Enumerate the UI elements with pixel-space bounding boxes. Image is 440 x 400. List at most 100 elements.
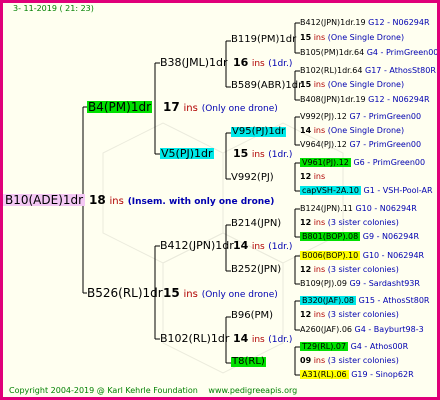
root-num: 18 — [89, 193, 106, 207]
gen4-8-bot[interactable]: A31(RL).06 G19 - Sinop62R — [300, 370, 414, 379]
gen4-6-top-info: G10 - N06294R — [362, 251, 425, 260]
gen4-1-mid: 15 ins (One Single Drone) — [300, 34, 404, 42]
gen2-queen-4[interactable]: B102(RL)1dr — [160, 333, 229, 344]
gen2-queen-2[interactable]: V5(PJ)1dr — [160, 148, 214, 159]
gen4-4-mid-num: 12 — [300, 172, 312, 181]
gen4-2-mid-ins: ins — [313, 80, 326, 89]
gen4-7-mid-note: (3 sister colonies) — [327, 310, 399, 319]
gen4-5-bot[interactable]: B801(BOP).08 G9 - N06294R — [300, 232, 420, 241]
gen4-1-top-info: G12 - N06294R — [368, 18, 430, 27]
gen4-4-top[interactable]: V961(PJ).12 G6 - PrimGreen00 — [300, 158, 426, 167]
gen4-2-bot[interactable]: B408(JPN)1dr.19 G12 - N06294R — [300, 96, 430, 104]
gen4-6-mid-num: 12 — [300, 265, 312, 274]
root-name: B10(ADE)1dr — [5, 193, 84, 207]
gen2-queen-3-name: B412(JPN)1dr — [160, 239, 234, 252]
gen4-4-bot-info: G1 - VSH-Pool-AR — [363, 186, 433, 195]
gen2-queen-3[interactable]: B412(JPN)1dr — [160, 240, 234, 251]
gen3-queen-4[interactable]: V992(PJ) — [231, 173, 274, 183]
gen1-queen-2-note: (Only one drone) — [201, 290, 278, 300]
gen2-queen-1-num: 16 — [233, 56, 249, 69]
gen2-queen-2-insemination: 15 ins (1dr.) — [233, 148, 292, 160]
gen4-1-bot[interactable]: B105(PM)1dr.64 G4 - PrimGreen00 — [300, 48, 439, 57]
gen3-queen-2[interactable]: B589(ABR)1dr — [231, 81, 302, 91]
gen4-2-mid-num: 15 — [300, 80, 312, 89]
gen4-5-bot-info: G9 - N06294R — [362, 232, 420, 241]
gen4-3-top-info: G7 - PrimGreen00 — [349, 112, 422, 121]
gen4-3-bot[interactable]: V964(PJ).12 G7 - PrimGreen00 — [300, 141, 421, 149]
gen4-5-top[interactable]: B124(JPN).11 G10 - N06294R — [300, 205, 417, 213]
root-insemination: 18 ins (Insem. with only one drone) — [89, 194, 274, 207]
gen4-2-mid-note: (One Single Drone) — [327, 80, 405, 89]
gen4-7-top-info: G15 - AthosSt80R — [358, 296, 430, 305]
gen4-3-bot-info: G7 - PrimGreen00 — [349, 140, 422, 149]
gen1-queen-1-name: B4(PM)1dr — [88, 100, 152, 114]
gen4-8-bot-name: A31(RL).06 — [300, 370, 349, 379]
gen1-queen-2-num: 15 — [163, 286, 180, 300]
gen3-queen-7[interactable]: B96(PM) — [231, 311, 273, 321]
gen2-queen-1[interactable]: B38(JML)1dr — [160, 57, 228, 68]
gen4-3-mid-ins: ins — [313, 126, 326, 135]
gen2-queen-2-note: (1dr.) — [268, 150, 293, 160]
gen4-1-mid-num: 15 — [300, 33, 312, 42]
gen4-5-top-name: B124(JPN).11 — [300, 204, 353, 213]
gen2-queen-4-name: B102(RL)1dr — [160, 332, 230, 345]
gen4-4-mid-ins: ins — [313, 172, 326, 181]
gen4-4-top-name: V961(PJ).12 — [300, 158, 351, 167]
gen2-queen-4-num: 14 — [233, 332, 249, 345]
gen1-queen-2-name: B526(RL)1dr — [87, 286, 163, 300]
gen4-7-mid-ins: ins — [313, 310, 326, 319]
gen3-queen-1[interactable]: B119(PM)1dr — [231, 35, 296, 45]
gen1-queen-2-insemination: 15 ins (Only one drone) — [163, 287, 278, 300]
gen2-queen-4-insemination: 14 ins (1dr.) — [233, 333, 292, 345]
report-date: 3- 11-2019 ( 21: 23) — [13, 4, 94, 13]
gen1-queen-2[interactable]: B526(RL)1dr — [87, 287, 163, 299]
gen4-7-bot-name: A260(JAF).06 — [300, 325, 352, 334]
gen4-6-bot-info: G9 - Sardasht93R — [349, 279, 420, 288]
gen4-8-top[interactable]: T29(RL).07 G4 - Athos00R — [300, 342, 409, 351]
gen2-queen-1-ins: ins — [251, 59, 265, 69]
gen4-7-mid: 12 ins (3 sister colonies) — [300, 311, 399, 319]
gen4-2-mid: 15 ins (One Single Drone) — [300, 81, 404, 89]
gen4-1-bot-info: G4 - PrimGreen00 — [366, 48, 439, 57]
gen1-queen-1-ins: ins — [183, 103, 198, 114]
gen4-4-bot[interactable]: capVSH-2A.10 G1 - VSH-Pool-AR — [300, 186, 433, 195]
gen4-1-top[interactable]: B412(JPN)1dr.19 G12 - N06294R — [300, 19, 430, 27]
root-ins: ins — [109, 196, 124, 207]
gen2-queen-3-note: (1dr.) — [268, 242, 293, 252]
footer: Copyright 2004-2019 @ Karl Kehrle Founda… — [9, 387, 297, 395]
gen4-3-top[interactable]: V992(PJ).12 G7 - PrimGreen00 — [300, 113, 421, 121]
gen4-6-bot[interactable]: B109(PJ).09 G9 - Sardasht93R — [300, 280, 420, 288]
gen4-1-mid-note: (One Single Drone) — [327, 33, 405, 42]
gen3-queen-5[interactable]: B214(JPN) — [231, 219, 281, 229]
gen3-queen-3[interactable]: V95(PJ)1dr — [231, 127, 287, 137]
footer-website-link[interactable]: www.pedigreeapis.org — [208, 386, 297, 395]
gen2-queen-1-name: B38(JML)1dr — [160, 56, 228, 69]
gen4-2-top[interactable]: B102(RL)1dr.64 G17 - AthosSt80R — [300, 67, 436, 75]
gen2-queen-4-note: (1dr.) — [268, 335, 293, 345]
gen4-8-bot-info: G19 - Sinop62R — [351, 370, 414, 379]
gen3-queen-6[interactable]: B252(JPN) — [231, 265, 281, 275]
root-queen[interactable]: B10(ADE)1dr — [3, 193, 86, 207]
gen4-7-bot[interactable]: A260(JAF).06 G4 - Bayburt98-3 — [300, 326, 424, 334]
gen4-3-mid-note: (One Single Drone) — [327, 126, 405, 135]
gen1-queen-1-note: (Only one drone) — [201, 104, 278, 114]
gen4-6-bot-name: B109(PJ).09 — [300, 279, 347, 288]
gen4-3-bot-name: V964(PJ).12 — [300, 140, 347, 149]
gen1-queen-1[interactable]: B4(PM)1dr — [87, 100, 153, 114]
gen4-3-mid: 14 ins (One Single Drone) — [300, 127, 404, 135]
gen4-7-top[interactable]: B320(JAF).08 G15 - AthosSt80R — [300, 296, 430, 305]
gen4-6-top[interactable]: B006(BOP).10 G10 - N06294R — [300, 251, 425, 260]
gen2-queen-1-insemination: 16 ins (1dr.) — [233, 57, 292, 69]
gen4-1-bot-name: B105(PM)1dr.64 — [300, 48, 365, 57]
gen4-2-bot-info: G12 - N06294R — [368, 95, 430, 104]
gen3-queen-8[interactable]: T8(RL) — [231, 357, 266, 367]
gen4-5-bot-name: B801(BOP).08 — [300, 232, 361, 241]
gen4-5-top-info: G10 - N06294R — [355, 204, 417, 213]
gen2-queen-1-note: (1dr.) — [268, 59, 293, 69]
gen2-queen-2-ins: ins — [251, 150, 265, 160]
gen4-4-top-info: G6 - PrimGreen00 — [353, 158, 426, 167]
gen1-queen-1-insemination: 17 ins (Only one drone) — [163, 101, 278, 114]
gen4-8-top-info: G4 - Athos00R — [350, 342, 409, 351]
gen4-4-bot-name: capVSH-2A.10 — [300, 186, 361, 195]
gen4-6-top-name: B006(BOP).10 — [300, 251, 361, 260]
